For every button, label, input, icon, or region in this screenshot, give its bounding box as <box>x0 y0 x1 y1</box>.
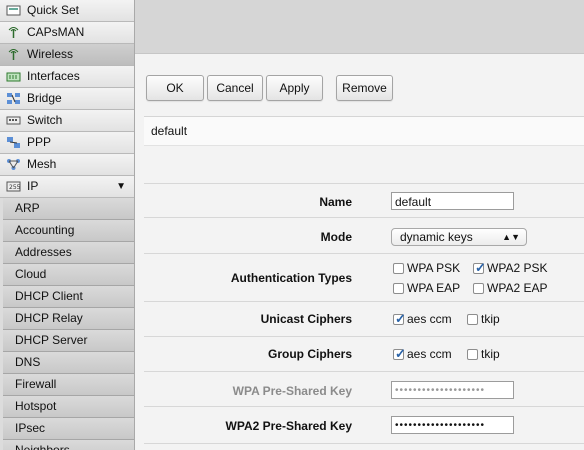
ip-icon: 255 <box>6 181 21 192</box>
wpa2-eap-checkbox[interactable] <box>473 283 484 294</box>
sidebar-subitem-dhcp-client[interactable]: DHCP Client <box>3 286 134 308</box>
sidebar-subitem-accounting[interactable]: Accounting <box>3 220 134 242</box>
sidebar-subitem-neighbors[interactable]: Neighbors <box>3 440 134 450</box>
sidebar-subitem-firewall[interactable]: Firewall <box>3 374 134 396</box>
group-aes-ccm-label: aes ccm <box>407 347 452 361</box>
svg-text:255: 255 <box>9 184 21 191</box>
mode-select-value: dynamic keys <box>400 230 473 244</box>
auth-types-label: Authentication Types <box>230 271 352 285</box>
antenna-icon <box>8 27 19 38</box>
unicast-aes-ccm-label: aes ccm <box>407 312 452 326</box>
divider <box>144 406 584 407</box>
sidebar-item-mesh[interactable]: Mesh <box>0 154 134 176</box>
header-bar <box>135 0 584 54</box>
sidebar-item-interfaces[interactable]: Interfaces <box>0 66 134 88</box>
sidebar-item-quick-set[interactable]: Quick Set <box>0 0 134 22</box>
ip-submenu: ARP Accounting Addresses Cloud DHCP Clie… <box>0 198 134 450</box>
sidebar-item-label: Interfaces <box>27 69 80 83</box>
unicast-aes-ccm-checkbox[interactable]: ✓ <box>393 311 406 326</box>
sidebar-item-ip[interactable]: 255 IP ▼ <box>0 176 134 198</box>
sidebar-item-label: Mesh <box>27 157 57 171</box>
switch-icon <box>6 116 21 125</box>
sidebar-item-label: Wireless <box>27 47 74 61</box>
updown-arrows-icon: ▲▼ <box>502 232 520 242</box>
unicast-tkip-checkbox[interactable] <box>467 314 478 325</box>
wpa-eap-checkbox[interactable] <box>393 283 404 294</box>
wpa2-eap-label: WPA2 EAP <box>487 281 548 295</box>
group-tkip-checkbox[interactable] <box>467 349 478 360</box>
name-label: Name <box>319 195 352 209</box>
sidebar-item-label: Quick Set <box>27 3 80 17</box>
mesh-icon <box>7 159 20 170</box>
name-field[interactable]: default <box>391 192 514 210</box>
remove-button[interactable]: Remove <box>336 75 393 101</box>
sidebar-item-ppp[interactable]: PPP <box>0 132 134 154</box>
checkmark-icon: ✓ <box>395 346 406 361</box>
sidebar-item-label: Bridge <box>27 91 62 105</box>
wireless-icon <box>8 49 19 60</box>
divider <box>144 183 584 184</box>
mode-select[interactable]: dynamic keys ▲▼ <box>391 228 527 246</box>
sidebar-item-wireless[interactable]: Wireless <box>0 44 134 66</box>
checkmark-icon: ✓ <box>395 311 406 326</box>
divider <box>144 443 584 444</box>
checkmark-icon: ✓ <box>475 260 486 275</box>
mode-label: Mode <box>320 230 352 244</box>
wpa-psk-key-field[interactable]: •••••••••••••••••••• <box>391 381 514 399</box>
ok-button[interactable]: OK <box>146 75 204 101</box>
sidebar-item-label: IP <box>27 179 39 193</box>
sidebar-subitem-dhcp-server[interactable]: DHCP Server <box>3 330 134 352</box>
sidebar-item-capsman[interactable]: CAPsMAN <box>0 22 134 44</box>
wpa-eap-label: WPA EAP <box>407 281 461 295</box>
cancel-button[interactable]: Cancel <box>207 75 263 101</box>
group-aes-ccm-checkbox[interactable]: ✓ <box>393 346 406 361</box>
ppp-icon <box>7 137 20 148</box>
wpa-psk-label: WPA PSK <box>407 261 461 275</box>
quick-set-icon <box>6 5 21 16</box>
record-title: default <box>144 116 584 146</box>
divider <box>144 336 584 337</box>
sidebar-item-label: CAPsMAN <box>27 25 85 39</box>
sidebar-subitem-cloud[interactable]: Cloud <box>3 264 134 286</box>
chevron-down-icon[interactable]: ▼ <box>116 176 126 197</box>
wpa2-psk-key-field[interactable]: •••••••••••••••••••• <box>391 416 514 434</box>
wpa2-psk-key-label: WPA2 Pre-Shared Key <box>225 419 353 433</box>
wpa2-psk-label: WPA2 PSK <box>487 261 548 275</box>
wpa-psk-checkbox[interactable] <box>393 263 404 274</box>
sidebar-item-label: PPP <box>27 135 52 149</box>
wpa2-psk-checkbox[interactable]: ✓ <box>473 260 486 275</box>
sidebar-item-switch[interactable]: Switch <box>0 110 134 132</box>
sidebar-menu: Quick Set CAPsMAN Wireless Interfaces Br… <box>0 0 135 450</box>
unicast-tkip-label: tkip <box>481 312 500 326</box>
sidebar-subitem-dhcp-relay[interactable]: DHCP Relay <box>3 308 134 330</box>
sidebar-item-bridge[interactable]: Bridge <box>0 88 134 110</box>
wpa-psk-key-label: WPA Pre-Shared Key <box>232 384 352 398</box>
sidebar-subitem-dns[interactable]: DNS <box>3 352 134 374</box>
divider <box>144 371 584 372</box>
sidebar-subitem-ipsec[interactable]: IPsec <box>3 418 134 440</box>
apply-button[interactable]: Apply <box>266 75 323 101</box>
sidebar-subitem-addresses[interactable]: Addresses <box>3 242 134 264</box>
divider <box>144 301 584 302</box>
sidebar-subitem-arp[interactable]: ARP <box>3 198 134 220</box>
unicast-ciphers-label: Unicast Ciphers <box>260 312 352 326</box>
group-ciphers-label: Group Ciphers <box>267 347 352 361</box>
bridge-icon <box>7 93 20 104</box>
group-tkip-label: tkip <box>481 347 500 361</box>
divider <box>144 217 584 218</box>
sidebar-item-label: Switch <box>27 113 63 127</box>
divider <box>144 253 584 254</box>
interfaces-icon <box>6 72 21 82</box>
sidebar-subitem-hotspot[interactable]: Hotspot <box>3 396 134 418</box>
